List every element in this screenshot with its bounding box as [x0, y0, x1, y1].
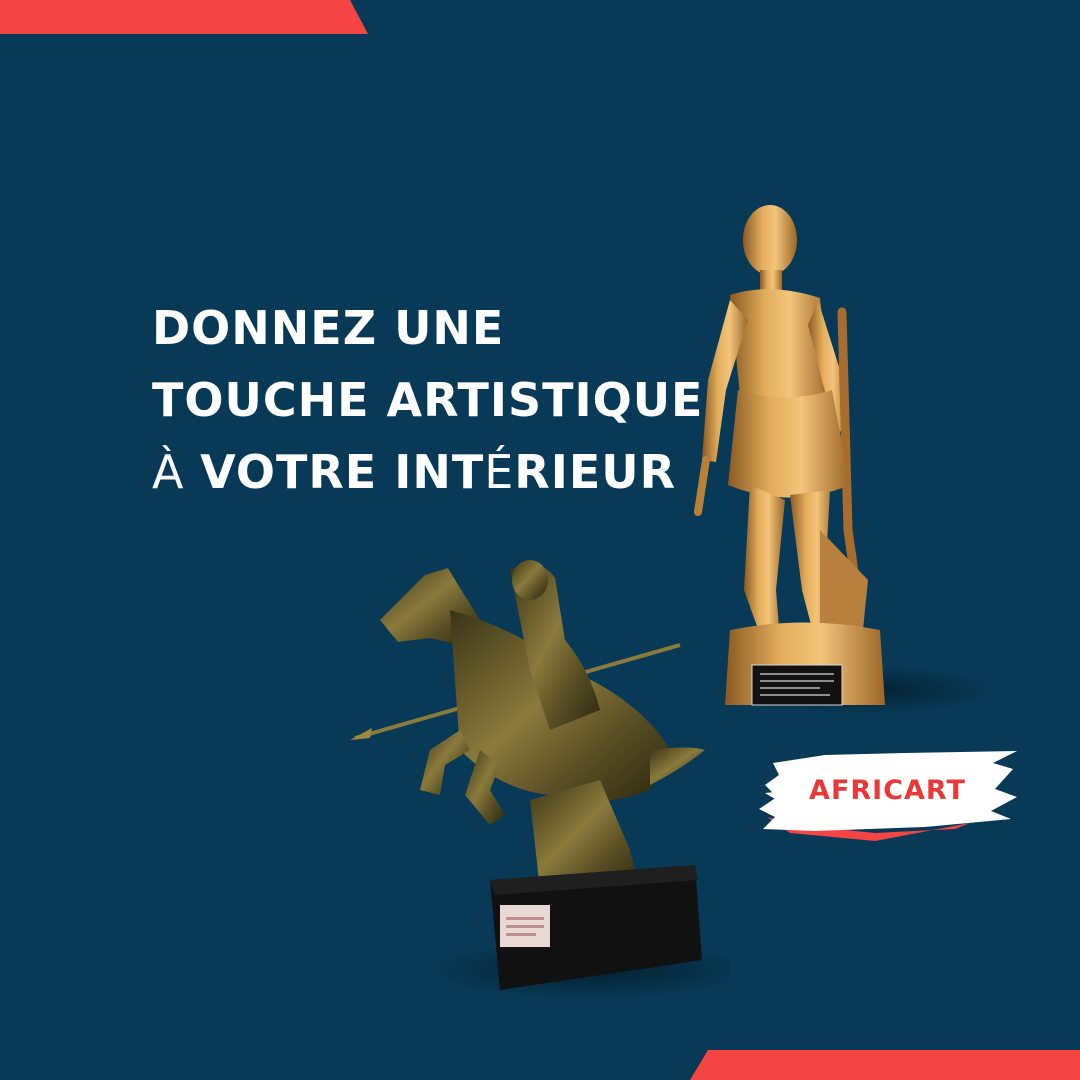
brand-name: AFRICART [809, 774, 966, 806]
headline-e-acute: É [484, 445, 515, 499]
headline-rieur: RIEUR [514, 445, 677, 499]
headline-line-3: À VOTRE INTÉRIEUR [152, 436, 703, 508]
top-accent-bar [0, 0, 368, 34]
bottom-accent-bar [690, 1050, 1080, 1080]
headline-a-grave: À [152, 445, 201, 499]
headline: DONNEZ UNE TOUCHE ARTISTIQUE À VOTRE INT… [152, 292, 703, 508]
poster-canvas: DONNEZ UNE TOUCHE ARTISTIQUE À VOTRE INT… [0, 0, 1080, 1080]
headline-line-2: TOUCHE ARTISTIQUE [152, 373, 704, 427]
gold-warrior-statue-image [694, 205, 990, 715]
bronze-rider-statue-image [350, 560, 730, 1000]
headline-line-1: DONNEZ UNE [152, 301, 505, 355]
brand-badge: AFRICART [755, 745, 1020, 845]
headline-votre-int: VOTRE INT [200, 445, 485, 499]
